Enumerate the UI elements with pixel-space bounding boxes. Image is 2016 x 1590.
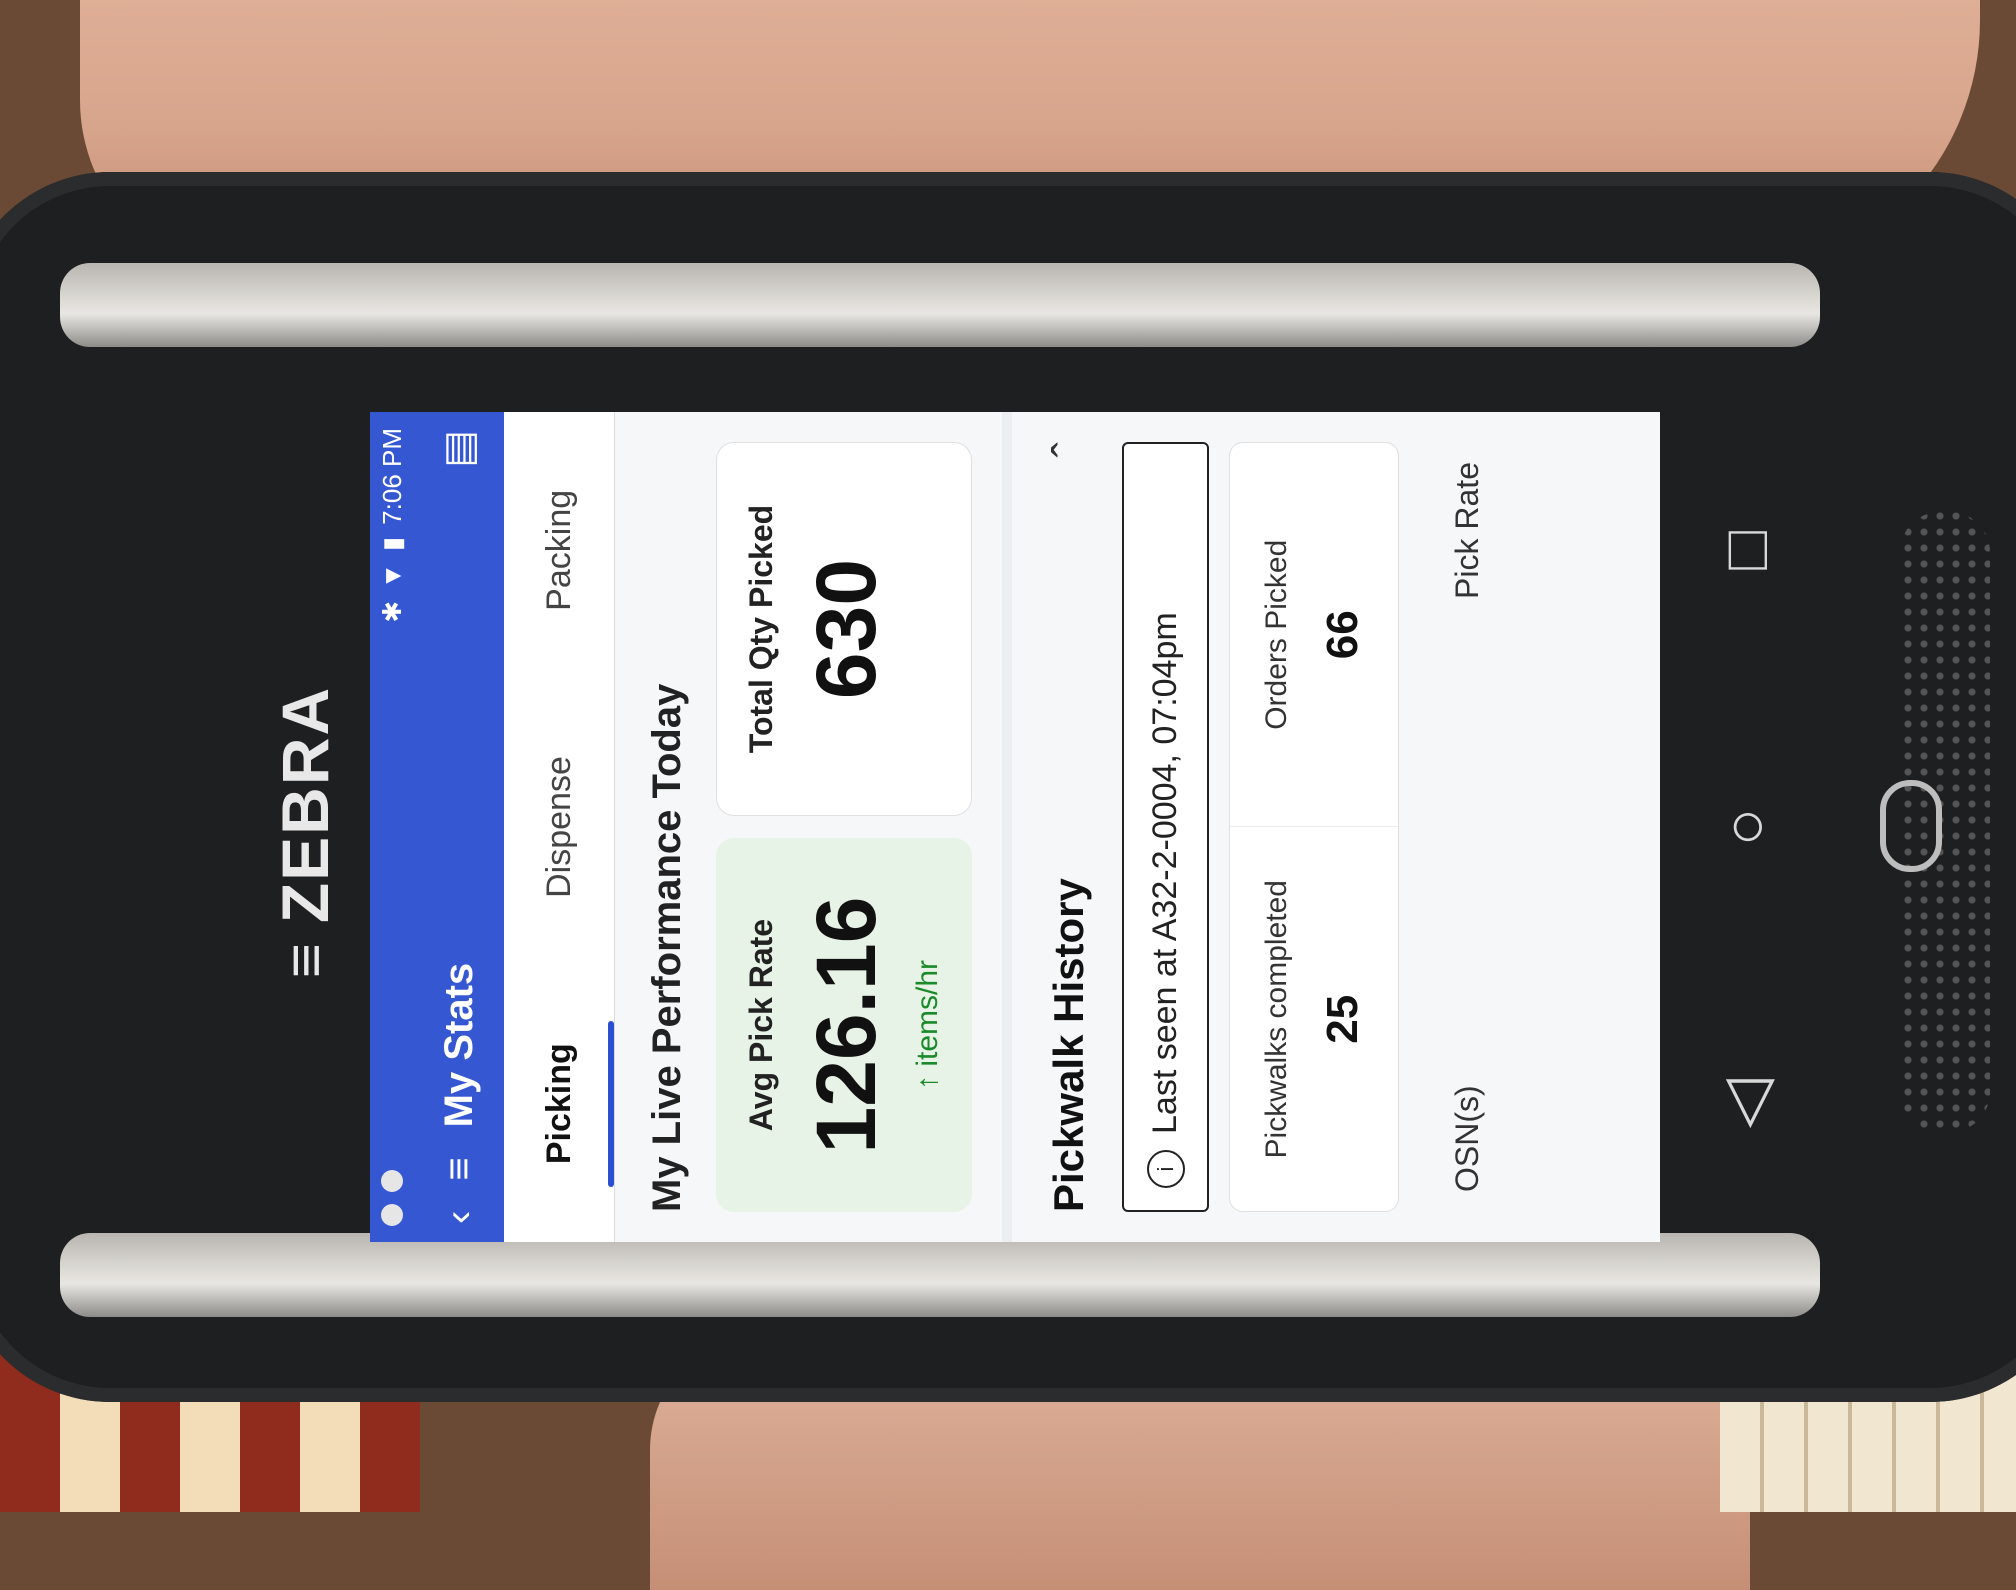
- status-bar: ✱ ▼ ▮ 7:06 PM: [370, 412, 414, 1242]
- history-title: Pickwalk History: [1045, 878, 1092, 1212]
- pickwalks-completed-label: Pickwalks completed: [1260, 880, 1293, 1159]
- avg-pick-rate-label: Avg Pick Rate: [743, 918, 779, 1132]
- performance-title: My Live Performance Today: [645, 683, 689, 1212]
- zebra-logo-icon: ≡: [271, 941, 339, 979]
- column-osn[interactable]: OSN(s): [1449, 1085, 1486, 1192]
- android-nav-bar: ◁ ○ □: [1680, 412, 1810, 1242]
- column-pick-rate[interactable]: Pick Rate: [1449, 462, 1486, 599]
- tab-bar: Picking Dispense Packing: [504, 412, 615, 1242]
- device-rail-left: [60, 1233, 1820, 1317]
- avg-pick-rate-value: 126.16: [799, 896, 893, 1154]
- total-qty-value: 630: [799, 558, 893, 700]
- history-header[interactable]: Pickwalk History ˆ: [1012, 412, 1106, 1242]
- avg-pick-rate-card: Avg Pick Rate 126.16 ↑ items/hr: [716, 838, 972, 1212]
- wifi-icon: ▼: [376, 563, 407, 589]
- last-seen-banner: i Last seen at A32-2-0004, 07:04pm: [1122, 442, 1209, 1212]
- history-table-header: OSN(s) Pick Rate: [1419, 412, 1516, 1242]
- orders-picked-value: 66: [1318, 610, 1367, 660]
- brand-label: ZEBRA: [268, 685, 342, 924]
- battery-icon: ▮: [376, 536, 407, 552]
- total-qty-label: Total Qty Picked: [743, 504, 779, 754]
- last-seen-text: Last seen at A32-2-0004, 07:04pm: [1146, 612, 1184, 1134]
- bluetooth-icon: ✱: [376, 600, 407, 623]
- recents-square-icon[interactable]: □: [1708, 510, 1782, 590]
- chat-icon[interactable]: ▤: [436, 430, 482, 468]
- chevron-up-icon[interactable]: ˆ: [1042, 442, 1096, 457]
- device-rail-right: [60, 263, 1820, 347]
- orders-picked-label: Orders Picked: [1260, 539, 1293, 730]
- device-home-key-icon[interactable]: [1880, 780, 1942, 872]
- tab-dispense[interactable]: Dispense: [504, 689, 614, 966]
- home-circle-icon[interactable]: ○: [1708, 787, 1782, 867]
- section-divider: [1002, 412, 1012, 1242]
- device-brand: ≡ ZEBRA: [260, 452, 350, 1212]
- total-qty-card: Total Qty Picked 630: [716, 442, 972, 816]
- tab-packing[interactable]: Packing: [504, 412, 614, 689]
- globe-icon: [381, 1170, 403, 1192]
- back-triangle-icon[interactable]: ◁: [1708, 1064, 1783, 1144]
- back-chevron-icon[interactable]: ‹: [437, 1211, 482, 1224]
- tab-picking[interactable]: Picking: [504, 965, 614, 1242]
- notification-icon: [381, 1204, 403, 1226]
- avg-pick-rate-unit: ↑ items/hr: [911, 959, 944, 1091]
- phone: ≡ ZEBRA ✱ ▼ ▮ 7:06 PM ‹ ≡ My Stats ▤ Pic…: [0, 0, 2016, 1512]
- performance-cards: Avg Pick Rate 126.16 ↑ items/hr Total Qt…: [700, 412, 1002, 1242]
- pickwalks-completed-value: 25: [1318, 994, 1367, 1044]
- info-icon: i: [1146, 1150, 1185, 1188]
- app-bar: ‹ ≡ My Stats ▤: [414, 412, 504, 1242]
- status-time: 7:06 PM: [376, 428, 407, 525]
- history-stats: Pickwalks completed 25 Orders Picked 66: [1229, 442, 1399, 1212]
- hamburger-icon[interactable]: ≡: [437, 1157, 482, 1180]
- screen: ✱ ▼ ▮ 7:06 PM ‹ ≡ My Stats ▤ Picking Dis…: [370, 412, 1660, 1242]
- orders-picked-stat: Orders Picked 66: [1230, 443, 1398, 828]
- pickwalks-completed-stat: Pickwalks completed 25: [1230, 828, 1398, 1212]
- page-title: My Stats: [436, 962, 481, 1128]
